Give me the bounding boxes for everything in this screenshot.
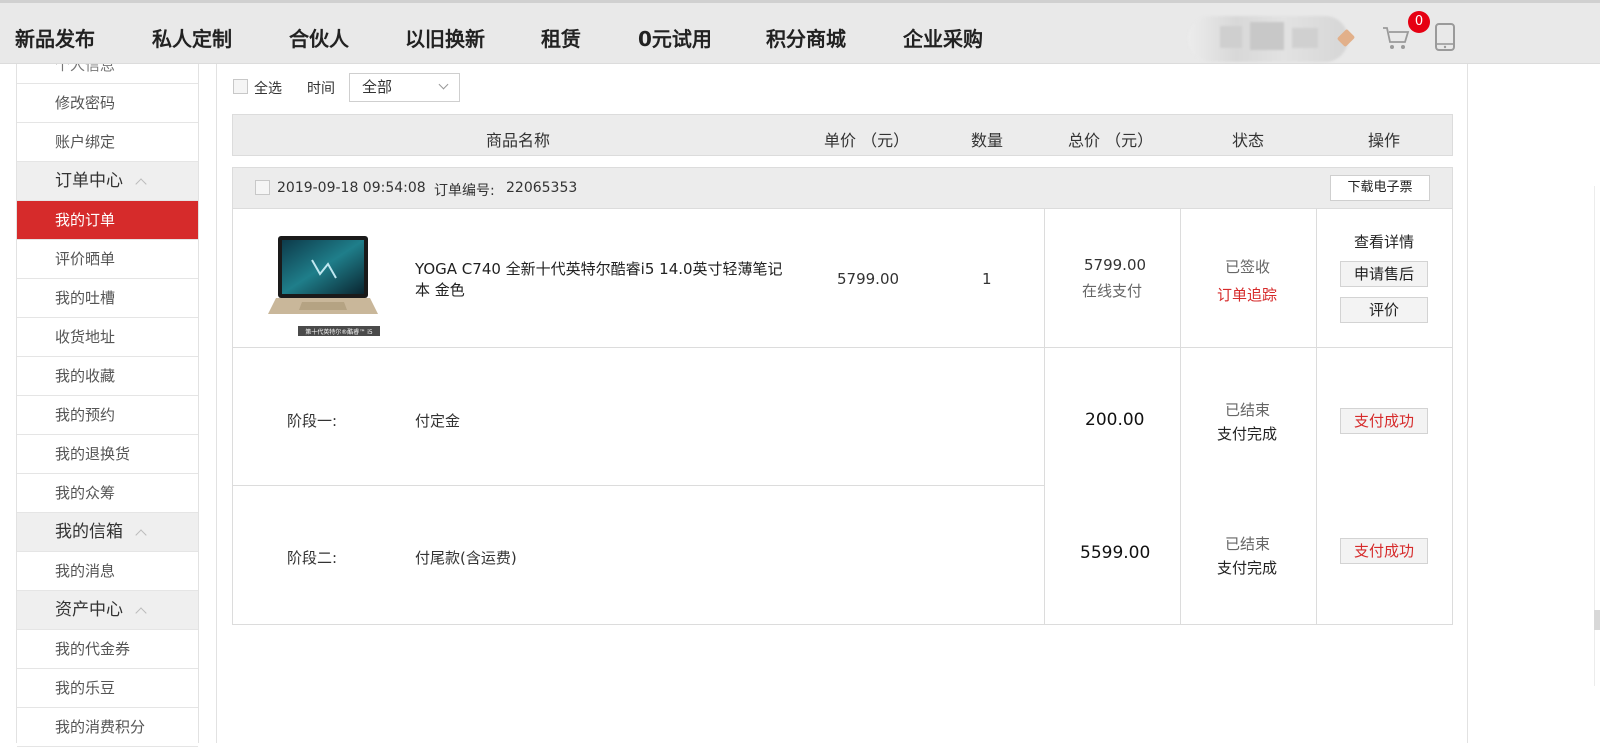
order-checkbox[interactable] (255, 180, 270, 195)
grid-line (1316, 208, 1317, 624)
cart-count-badge: 0 (1408, 11, 1430, 33)
header-action: 操作 (1368, 131, 1401, 150)
stage-2-pay-success-button[interactable]: 支付成功 (1340, 538, 1428, 564)
sidebar-item-favorites[interactable]: 我的收藏 (17, 357, 198, 396)
nav-item-free-trial[interactable]: 0元试用 (638, 23, 712, 52)
order-header: 2019-09-18 09:54:08 订单编号: 22065353 下载电子票 (232, 167, 1453, 209)
payment-method: 在线支付 (1082, 282, 1143, 300)
sidebar-item-my-orders[interactable]: 我的订单 (17, 201, 198, 240)
order-table-header: 商品名称 单价 （元） 数量 总价 （元） 状态 操作 (232, 114, 1453, 156)
order-datetime: 2019-09-18 09:54:08 (277, 180, 426, 196)
sidebar-item-personal-info[interactable]: 个人信息 (17, 64, 198, 84)
stage-1-amount: 200.00 (1085, 410, 1145, 430)
sidebar-item-crowdfunding[interactable]: 我的众筹 (17, 474, 198, 513)
after-sale-button[interactable]: 申请售后 (1340, 261, 1428, 287)
sidebar-item-reservations[interactable]: 我的预约 (17, 396, 198, 435)
order-number: 22065353 (506, 180, 578, 196)
download-invoice-button[interactable]: 下载电子票 (1330, 175, 1430, 201)
stage-1-label: 阶段一: (287, 412, 338, 430)
sidebar-item-change-password[interactable]: 修改密码 (17, 84, 198, 123)
review-button[interactable]: 评价 (1340, 297, 1428, 323)
nav-item-partner[interactable]: 合伙人 (289, 23, 349, 52)
sidebar-item-account-binding[interactable]: 账户绑定 (17, 123, 198, 162)
nav-item-custom[interactable]: 私人定制 (152, 23, 232, 52)
header-status: 状态 (1232, 131, 1265, 150)
sidebar-item-reviews[interactable]: 评价晒单 (17, 240, 198, 279)
stage-1-status: 已结束 (1225, 401, 1271, 419)
nav-item-rental[interactable]: 租赁 (541, 23, 581, 52)
right-divider (1467, 64, 1468, 743)
order-tracking-link[interactable]: 订单追踪 (1217, 284, 1277, 305)
order-status: 已签收 (1225, 258, 1271, 276)
nav-item-enterprise[interactable]: 企业采购 (903, 23, 983, 52)
sidebar-item-returns[interactable]: 我的退换货 (17, 435, 198, 474)
select-all-label: 全选 (254, 81, 282, 97)
sidebar-section-mailbox[interactable]: 我的信箱 (17, 513, 198, 552)
chevron-up-icon (135, 178, 147, 190)
header-product-name: 商品名称 (486, 131, 551, 150)
header-unit-price: 单价 （元） (824, 131, 910, 150)
grid-line (233, 485, 1044, 486)
time-filter-label: 时间 (307, 81, 335, 97)
grid-line (1044, 208, 1045, 624)
sidebar-section-assets[interactable]: 资产中心 (17, 591, 198, 630)
sidebar: 个人信息 修改密码 账户绑定 订单中心 我的订单 评价晒单 我的吐槽 收货地址 … (16, 64, 199, 747)
stage-2-status: 已结束 (1225, 535, 1271, 553)
nav-item-points-mall[interactable]: 积分商城 (766, 23, 846, 52)
stage-2-desc: 付尾款(含运费) (415, 549, 517, 567)
mobile-phone-icon[interactable] (1434, 22, 1456, 52)
sidebar-item-vouchers[interactable]: 我的代金券 (17, 630, 198, 669)
nav-item-trade-in[interactable]: 以旧换新 (405, 23, 485, 52)
chevron-down-icon (438, 79, 449, 90)
grid-line (1180, 208, 1181, 624)
header-total: 总价 （元） (1068, 131, 1154, 150)
content-divider (216, 64, 217, 743)
product-quantity: 1 (982, 270, 992, 288)
sidebar-item-points[interactable]: 我的消费积分 (17, 708, 198, 747)
sidebar-item-ledou[interactable]: 我的乐豆 (17, 669, 198, 708)
product-image[interactable]: 第十代英特尔®酷睿™ i5 (262, 234, 382, 338)
view-details-link[interactable]: 查看详情 (1354, 231, 1414, 252)
chevron-up-icon (135, 607, 147, 619)
sidebar-section-order-center[interactable]: 订单中心 (17, 162, 198, 201)
stage-2-payment-status: 支付完成 (1217, 559, 1278, 577)
stage-1-desc: 付定金 (415, 412, 461, 430)
user-info-blurred[interactable] (1188, 16, 1348, 62)
stage-2-label: 阶段二: (287, 549, 338, 567)
nav-item-new-releases[interactable]: 新品发布 (15, 23, 95, 52)
order-number-label: 订单编号: (434, 183, 495, 199)
time-filter-value: 全部 (362, 78, 393, 96)
scroll-thumb[interactable] (1594, 610, 1600, 630)
sidebar-item-addresses[interactable]: 收货地址 (17, 318, 198, 357)
product-image-caption: 第十代英特尔®酷睿™ i5 (305, 328, 373, 336)
sidebar-item-complaints[interactable]: 我的吐槽 (17, 279, 198, 318)
product-total: 5799.00 (1084, 256, 1147, 274)
header-quantity: 数量 (971, 131, 1004, 150)
sidebar-item-messages[interactable]: 我的消息 (17, 552, 198, 591)
cart-icon[interactable] (1382, 25, 1410, 51)
time-filter-select[interactable]: 全部 (349, 73, 460, 102)
grid-line (233, 347, 1452, 348)
product-unit-price: 5799.00 (837, 270, 900, 288)
select-all-checkbox[interactable] (233, 79, 248, 94)
top-nav-bar: 新品发布 私人定制 合伙人 以旧换新 租赁 0元试用 积分商城 企业采购 0 (0, 0, 1600, 64)
stage-1-pay-success-button[interactable]: 支付成功 (1340, 408, 1428, 434)
stage-2-amount: 5599.00 (1080, 543, 1151, 563)
chevron-up-icon (135, 529, 147, 541)
stage-1-payment-status: 支付完成 (1217, 425, 1278, 443)
product-name[interactable]: YOGA C740 全新十代英特尔酷睿i5 14.0英寸轻薄笔记本 金色 (415, 259, 795, 301)
